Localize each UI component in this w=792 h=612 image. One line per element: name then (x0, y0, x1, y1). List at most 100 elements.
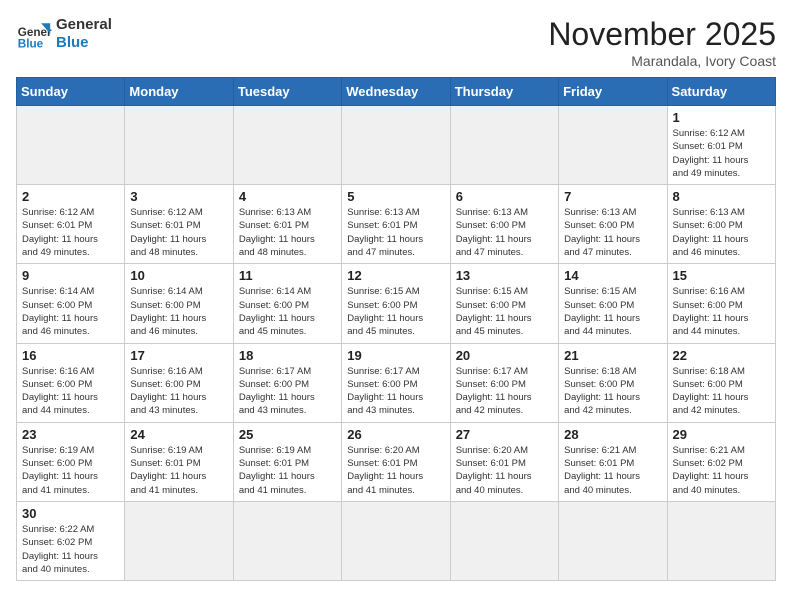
day-info: Sunrise: 6:17 AM Sunset: 6:00 PM Dayligh… (456, 365, 553, 418)
day-info: Sunrise: 6:20 AM Sunset: 6:01 PM Dayligh… (456, 444, 553, 497)
calendar-cell (342, 501, 450, 580)
calendar-cell: 30Sunrise: 6:22 AM Sunset: 6:02 PM Dayli… (17, 501, 125, 580)
day-number: 7 (564, 189, 661, 204)
calendar-cell: 7Sunrise: 6:13 AM Sunset: 6:00 PM Daylig… (559, 185, 667, 264)
day-number: 4 (239, 189, 336, 204)
calendar-cell (125, 106, 233, 185)
calendar-cell: 14Sunrise: 6:15 AM Sunset: 6:00 PM Dayli… (559, 264, 667, 343)
day-number: 20 (456, 348, 553, 363)
day-info: Sunrise: 6:13 AM Sunset: 6:01 PM Dayligh… (239, 206, 336, 259)
day-number: 2 (22, 189, 119, 204)
calendar-cell: 8 Sunrise: 6:13 AM Sunset: 6:00 PM Daylig… (667, 185, 775, 264)
day-info: Sunrise: 6:16 AM Sunset: 6:00 PM Dayligh… (22, 365, 119, 418)
day-number: 19 (347, 348, 444, 363)
location: Marandala, Ivory Coast (548, 53, 776, 69)
calendar-cell: 20 Sunrise: 6:17 AM Sunset: 6:00 PM Dayli… (450, 343, 558, 422)
day-info: Sunrise: 6:13 AM Sunset: 6:01 PM Dayligh… (347, 206, 444, 259)
calendar-cell: 23 Sunrise: 6:19 AM Sunset: 6:00 PM Dayli… (17, 422, 125, 501)
weekday-header-row: SundayMondayTuesdayWednesdayThursdayFrid… (17, 78, 776, 106)
day-number: 21 (564, 348, 661, 363)
day-number: 5 (347, 189, 444, 204)
calendar-week-5: 23 Sunrise: 6:19 AM Sunset: 6:00 PM Dayli… (17, 422, 776, 501)
day-number: 30 (22, 506, 119, 521)
day-info: Sunrise: 6:13 AM Sunset: 6:00 PM Dayligh… (673, 206, 770, 259)
calendar-cell: 24Sunrise: 6:19 AM Sunset: 6:01 PM Dayli… (125, 422, 233, 501)
day-number: 27 (456, 427, 553, 442)
weekday-header-monday: Monday (125, 78, 233, 106)
day-info: Sunrise: 6:12 AM Sunset: 6:01 PM Dayligh… (673, 127, 770, 180)
day-number: 8 (673, 189, 770, 204)
calendar-cell: 26Sunrise: 6:20 AM Sunset: 6:01 PM Dayli… (342, 422, 450, 501)
calendar-cell: 13Sunrise: 6:15 AM Sunset: 6:00 PM Dayli… (450, 264, 558, 343)
calendar-table: SundayMondayTuesdayWednesdayThursdayFrid… (16, 77, 776, 581)
day-info: Sunrise: 6:12 AM Sunset: 6:01 PM Dayligh… (22, 206, 119, 259)
calendar-cell (450, 106, 558, 185)
weekday-header-sunday: Sunday (17, 78, 125, 106)
day-number: 17 (130, 348, 227, 363)
calendar-week-4: 16 Sunrise: 6:16 AM Sunset: 6:00 PM Dayli… (17, 343, 776, 422)
calendar-cell (233, 106, 341, 185)
calendar-week-6: 30Sunrise: 6:22 AM Sunset: 6:02 PM Dayli… (17, 501, 776, 580)
calendar-cell: 22 Sunrise: 6:18 AM Sunset: 6:00 PM Dayli… (667, 343, 775, 422)
day-number: 10 (130, 268, 227, 283)
calendar-cell: 10 Sunrise: 6:14 AM Sunset: 6:00 PM Dayli… (125, 264, 233, 343)
calendar-cell: 29Sunrise: 6:21 AM Sunset: 6:02 PM Dayli… (667, 422, 775, 501)
day-info: Sunrise: 6:19 AM Sunset: 6:01 PM Dayligh… (130, 444, 227, 497)
weekday-header-saturday: Saturday (667, 78, 775, 106)
day-number: 11 (239, 268, 336, 283)
calendar-cell (17, 106, 125, 185)
day-number: 1 (673, 110, 770, 125)
calendar-cell: 6 Sunrise: 6:13 AM Sunset: 6:00 PM Daylig… (450, 185, 558, 264)
logo-icon: General Blue (16, 16, 52, 52)
logo-blue-text: Blue (56, 34, 112, 52)
day-number: 6 (456, 189, 553, 204)
logo-general-text: General (56, 16, 112, 34)
calendar-cell: 5 Sunrise: 6:13 AM Sunset: 6:01 PM Daylig… (342, 185, 450, 264)
logo: General Blue General Blue (16, 16, 112, 52)
day-info: Sunrise: 6:14 AM Sunset: 6:00 PM Dayligh… (130, 285, 227, 338)
calendar-cell: 27 Sunrise: 6:20 AM Sunset: 6:01 PM Dayli… (450, 422, 558, 501)
day-number: 12 (347, 268, 444, 283)
day-info: Sunrise: 6:12 AM Sunset: 6:01 PM Dayligh… (130, 206, 227, 259)
calendar-cell: 17 Sunrise: 6:16 AM Sunset: 6:00 PM Dayli… (125, 343, 233, 422)
calendar-cell (559, 501, 667, 580)
calendar-cell: 28Sunrise: 6:21 AM Sunset: 6:01 PM Dayli… (559, 422, 667, 501)
day-info: Sunrise: 6:14 AM Sunset: 6:00 PM Dayligh… (22, 285, 119, 338)
calendar-cell: 25 Sunrise: 6:19 AM Sunset: 6:01 PM Dayli… (233, 422, 341, 501)
calendar-cell (233, 501, 341, 580)
day-info: Sunrise: 6:14 AM Sunset: 6:00 PM Dayligh… (239, 285, 336, 338)
day-info: Sunrise: 6:16 AM Sunset: 6:00 PM Dayligh… (673, 285, 770, 338)
calendar-week-3: 9Sunrise: 6:14 AM Sunset: 6:00 PM Daylig… (17, 264, 776, 343)
calendar-cell: 15 Sunrise: 6:16 AM Sunset: 6:00 PM Dayli… (667, 264, 775, 343)
day-info: Sunrise: 6:18 AM Sunset: 6:00 PM Dayligh… (564, 365, 661, 418)
day-number: 23 (22, 427, 119, 442)
page-header: General Blue General Blue November 2025 … (16, 16, 776, 69)
weekday-header-thursday: Thursday (450, 78, 558, 106)
day-info: Sunrise: 6:15 AM Sunset: 6:00 PM Dayligh… (347, 285, 444, 338)
day-info: Sunrise: 6:15 AM Sunset: 6:00 PM Dayligh… (456, 285, 553, 338)
calendar-week-1: 1 Sunrise: 6:12 AM Sunset: 6:01 PM Daylig… (17, 106, 776, 185)
day-number: 14 (564, 268, 661, 283)
day-number: 15 (673, 268, 770, 283)
day-info: Sunrise: 6:18 AM Sunset: 6:00 PM Dayligh… (673, 365, 770, 418)
day-number: 16 (22, 348, 119, 363)
calendar-cell: 16 Sunrise: 6:16 AM Sunset: 6:00 PM Dayli… (17, 343, 125, 422)
day-info: Sunrise: 6:21 AM Sunset: 6:02 PM Dayligh… (673, 444, 770, 497)
weekday-header-tuesday: Tuesday (233, 78, 341, 106)
day-number: 25 (239, 427, 336, 442)
calendar-cell: 18Sunrise: 6:17 AM Sunset: 6:00 PM Dayli… (233, 343, 341, 422)
day-info: Sunrise: 6:19 AM Sunset: 6:01 PM Dayligh… (239, 444, 336, 497)
calendar-cell (125, 501, 233, 580)
day-number: 28 (564, 427, 661, 442)
day-info: Sunrise: 6:13 AM Sunset: 6:00 PM Dayligh… (456, 206, 553, 259)
calendar-cell: 4 Sunrise: 6:13 AM Sunset: 6:01 PM Daylig… (233, 185, 341, 264)
calendar-cell (342, 106, 450, 185)
day-number: 3 (130, 189, 227, 204)
calendar-cell: 1 Sunrise: 6:12 AM Sunset: 6:01 PM Daylig… (667, 106, 775, 185)
day-info: Sunrise: 6:19 AM Sunset: 6:00 PM Dayligh… (22, 444, 119, 497)
day-number: 22 (673, 348, 770, 363)
day-info: Sunrise: 6:16 AM Sunset: 6:00 PM Dayligh… (130, 365, 227, 418)
calendar-cell (559, 106, 667, 185)
calendar-cell: 9Sunrise: 6:14 AM Sunset: 6:00 PM Daylig… (17, 264, 125, 343)
svg-text:Blue: Blue (18, 38, 44, 51)
